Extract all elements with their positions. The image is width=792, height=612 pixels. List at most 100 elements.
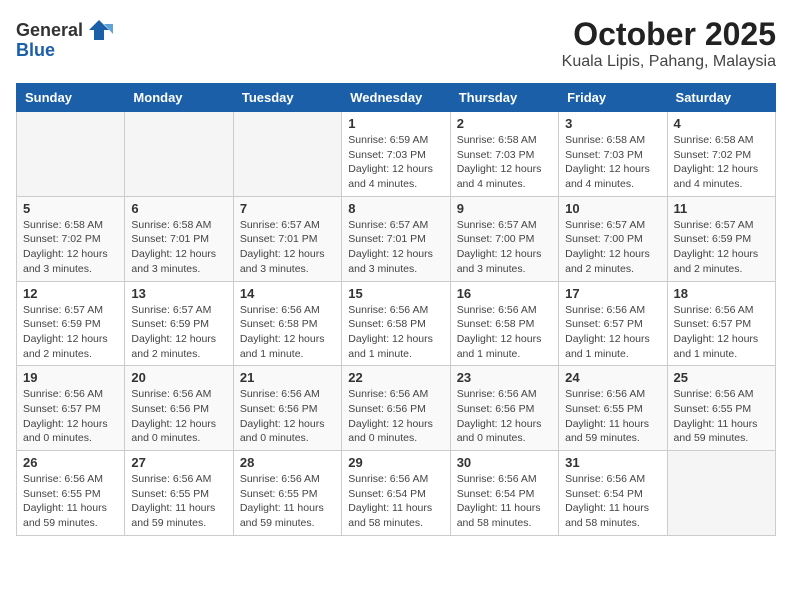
calendar-cell bbox=[125, 112, 233, 197]
day-number: 30 bbox=[457, 455, 552, 470]
day-number: 25 bbox=[674, 370, 769, 385]
day-number: 27 bbox=[131, 455, 226, 470]
day-number: 7 bbox=[240, 201, 335, 216]
calendar-cell: 14Sunrise: 6:56 AMSunset: 6:58 PMDayligh… bbox=[233, 281, 341, 366]
day-info: Sunrise: 6:56 AMSunset: 6:55 PMDaylight:… bbox=[240, 472, 335, 531]
weekday-header-sunday: Sunday bbox=[17, 84, 125, 112]
calendar-cell: 3 Sunrise: 6:58 AMSunset: 7:03 PMDaylight… bbox=[559, 112, 667, 197]
day-number: 20 bbox=[131, 370, 226, 385]
day-info: Sunrise: 6:56 AMSunset: 6:56 PMDaylight:… bbox=[240, 387, 335, 446]
day-info: Sunrise: 6:57 AMSunset: 7:01 PMDaylight:… bbox=[348, 218, 443, 277]
day-number: 24 bbox=[565, 370, 660, 385]
calendar-cell: 18Sunrise: 6:56 AMSunset: 6:57 PMDayligh… bbox=[667, 281, 775, 366]
calendar-cell: 9 Sunrise: 6:57 AMSunset: 7:00 PMDaylight… bbox=[450, 196, 558, 281]
day-info: Sunrise: 6:56 AMSunset: 6:54 PMDaylight:… bbox=[348, 472, 443, 531]
day-number: 13 bbox=[131, 286, 226, 301]
day-info: Sunrise: 6:57 AMSunset: 6:59 PMDaylight:… bbox=[674, 218, 769, 277]
weekday-header-wednesday: Wednesday bbox=[342, 84, 450, 112]
calendar-table: SundayMondayTuesdayWednesdayThursdayFrid… bbox=[16, 83, 776, 536]
calendar-cell: 16 Sunrise: 6:56 AMSunset: 6:58 PMDayligh… bbox=[450, 281, 558, 366]
day-info: Sunrise: 6:57 AMSunset: 6:59 PMDaylight:… bbox=[23, 303, 118, 362]
day-number: 11 bbox=[674, 201, 769, 216]
logo-general-text: General bbox=[16, 20, 83, 41]
calendar-cell: 27 Sunrise: 6:56 AMSunset: 6:55 PMDayligh… bbox=[125, 451, 233, 536]
logo-blue-text: Blue bbox=[16, 40, 55, 61]
calendar-cell: 17 Sunrise: 6:56 AMSunset: 6:57 PMDayligh… bbox=[559, 281, 667, 366]
day-number: 8 bbox=[348, 201, 443, 216]
day-info: Sunrise: 6:56 AMSunset: 6:58 PMDaylight:… bbox=[457, 303, 552, 362]
calendar-week-row: 1 Sunrise: 6:59 AMSunset: 7:03 PMDaylight… bbox=[17, 112, 776, 197]
day-info: Sunrise: 6:56 AMSunset: 6:58 PMDaylight:… bbox=[348, 303, 443, 362]
calendar-cell: 1 Sunrise: 6:59 AMSunset: 7:03 PMDaylight… bbox=[342, 112, 450, 197]
calendar-cell bbox=[233, 112, 341, 197]
calendar-cell: 12 Sunrise: 6:57 AMSunset: 6:59 PMDayligh… bbox=[17, 281, 125, 366]
weekday-header-saturday: Saturday bbox=[667, 84, 775, 112]
day-number: 5 bbox=[23, 201, 118, 216]
day-info: Sunrise: 6:58 AMSunset: 7:02 PMDaylight:… bbox=[674, 133, 769, 192]
calendar-cell: 24 Sunrise: 6:56 AMSunset: 6:55 PMDayligh… bbox=[559, 366, 667, 451]
calendar-cell: 15Sunrise: 6:56 AMSunset: 6:58 PMDayligh… bbox=[342, 281, 450, 366]
page-subtitle: Kuala Lipis, Pahang, Malaysia bbox=[562, 53, 776, 71]
day-info: Sunrise: 6:57 AMSunset: 7:00 PMDaylight:… bbox=[457, 218, 552, 277]
day-number: 17 bbox=[565, 286, 660, 301]
calendar-cell: 31 Sunrise: 6:56 AMSunset: 6:54 PMDayligh… bbox=[559, 451, 667, 536]
title-block: October 2025 Kuala Lipis, Pahang, Malays… bbox=[562, 16, 776, 71]
day-number: 29 bbox=[348, 455, 443, 470]
calendar-cell: 29 Sunrise: 6:56 AMSunset: 6:54 PMDayligh… bbox=[342, 451, 450, 536]
calendar-cell bbox=[667, 451, 775, 536]
day-number: 26 bbox=[23, 455, 118, 470]
calendar-cell: 7Sunrise: 6:57 AMSunset: 7:01 PMDaylight… bbox=[233, 196, 341, 281]
calendar-week-row: 26 Sunrise: 6:56 AMSunset: 6:55 PMDayligh… bbox=[17, 451, 776, 536]
logo: General Blue bbox=[16, 16, 113, 61]
day-number: 1 bbox=[348, 116, 443, 131]
day-number: 10 bbox=[565, 201, 660, 216]
page-header: General Blue October 2025 Kuala Lipis, P… bbox=[16, 16, 776, 71]
day-number: 12 bbox=[23, 286, 118, 301]
day-info: Sunrise: 6:58 AMSunset: 7:03 PMDaylight:… bbox=[457, 133, 552, 192]
day-number: 23 bbox=[457, 370, 552, 385]
calendar-header-row: SundayMondayTuesdayWednesdayThursdayFrid… bbox=[17, 84, 776, 112]
day-info: Sunrise: 6:56 AMSunset: 6:55 PMDaylight:… bbox=[674, 387, 769, 446]
day-number: 22 bbox=[348, 370, 443, 385]
calendar-cell: 2Sunrise: 6:58 AMSunset: 7:03 PMDaylight… bbox=[450, 112, 558, 197]
day-info: Sunrise: 6:56 AMSunset: 6:54 PMDaylight:… bbox=[565, 472, 660, 531]
day-info: Sunrise: 6:56 AMSunset: 6:56 PMDaylight:… bbox=[457, 387, 552, 446]
day-number: 14 bbox=[240, 286, 335, 301]
logo-icon bbox=[85, 16, 113, 44]
calendar-week-row: 12 Sunrise: 6:57 AMSunset: 6:59 PMDayligh… bbox=[17, 281, 776, 366]
day-info: Sunrise: 6:58 AMSunset: 7:03 PMDaylight:… bbox=[565, 133, 660, 192]
calendar-cell: 28 Sunrise: 6:56 AMSunset: 6:55 PMDayligh… bbox=[233, 451, 341, 536]
calendar-week-row: 19Sunrise: 6:56 AMSunset: 6:57 PMDayligh… bbox=[17, 366, 776, 451]
day-info: Sunrise: 6:58 AMSunset: 7:01 PMDaylight:… bbox=[131, 218, 226, 277]
weekday-header-tuesday: Tuesday bbox=[233, 84, 341, 112]
day-number: 18 bbox=[674, 286, 769, 301]
day-number: 9 bbox=[457, 201, 552, 216]
weekday-header-friday: Friday bbox=[559, 84, 667, 112]
calendar-cell: 25 Sunrise: 6:56 AMSunset: 6:55 PMDayligh… bbox=[667, 366, 775, 451]
day-number: 16 bbox=[457, 286, 552, 301]
day-info: Sunrise: 6:56 AMSunset: 6:55 PMDaylight:… bbox=[23, 472, 118, 531]
calendar-cell: 26 Sunrise: 6:56 AMSunset: 6:55 PMDayligh… bbox=[17, 451, 125, 536]
calendar-cell: 22 Sunrise: 6:56 AMSunset: 6:56 PMDayligh… bbox=[342, 366, 450, 451]
day-number: 28 bbox=[240, 455, 335, 470]
day-number: 4 bbox=[674, 116, 769, 131]
day-info: Sunrise: 6:56 AMSunset: 6:54 PMDaylight:… bbox=[457, 472, 552, 531]
day-number: 21 bbox=[240, 370, 335, 385]
day-info: Sunrise: 6:59 AMSunset: 7:03 PMDaylight:… bbox=[348, 133, 443, 192]
calendar-cell bbox=[17, 112, 125, 197]
day-number: 3 bbox=[565, 116, 660, 131]
calendar-cell: 11 Sunrise: 6:57 AMSunset: 6:59 PMDayligh… bbox=[667, 196, 775, 281]
calendar-cell: 21 Sunrise: 6:56 AMSunset: 6:56 PMDayligh… bbox=[233, 366, 341, 451]
day-number: 19 bbox=[23, 370, 118, 385]
day-number: 31 bbox=[565, 455, 660, 470]
calendar-cell: 19Sunrise: 6:56 AMSunset: 6:57 PMDayligh… bbox=[17, 366, 125, 451]
day-info: Sunrise: 6:56 AMSunset: 6:57 PMDaylight:… bbox=[565, 303, 660, 362]
day-info: Sunrise: 6:56 AMSunset: 6:56 PMDaylight:… bbox=[131, 387, 226, 446]
calendar-cell: 4 Sunrise: 6:58 AMSunset: 7:02 PMDaylight… bbox=[667, 112, 775, 197]
calendar-cell: 8 Sunrise: 6:57 AMSunset: 7:01 PMDaylight… bbox=[342, 196, 450, 281]
page-title: October 2025 bbox=[562, 16, 776, 53]
day-info: Sunrise: 6:56 AMSunset: 6:56 PMDaylight:… bbox=[348, 387, 443, 446]
day-info: Sunrise: 6:56 AMSunset: 6:55 PMDaylight:… bbox=[131, 472, 226, 531]
day-info: Sunrise: 6:56 AMSunset: 6:55 PMDaylight:… bbox=[565, 387, 660, 446]
calendar-cell: 5Sunrise: 6:58 AMSunset: 7:02 PMDaylight… bbox=[17, 196, 125, 281]
